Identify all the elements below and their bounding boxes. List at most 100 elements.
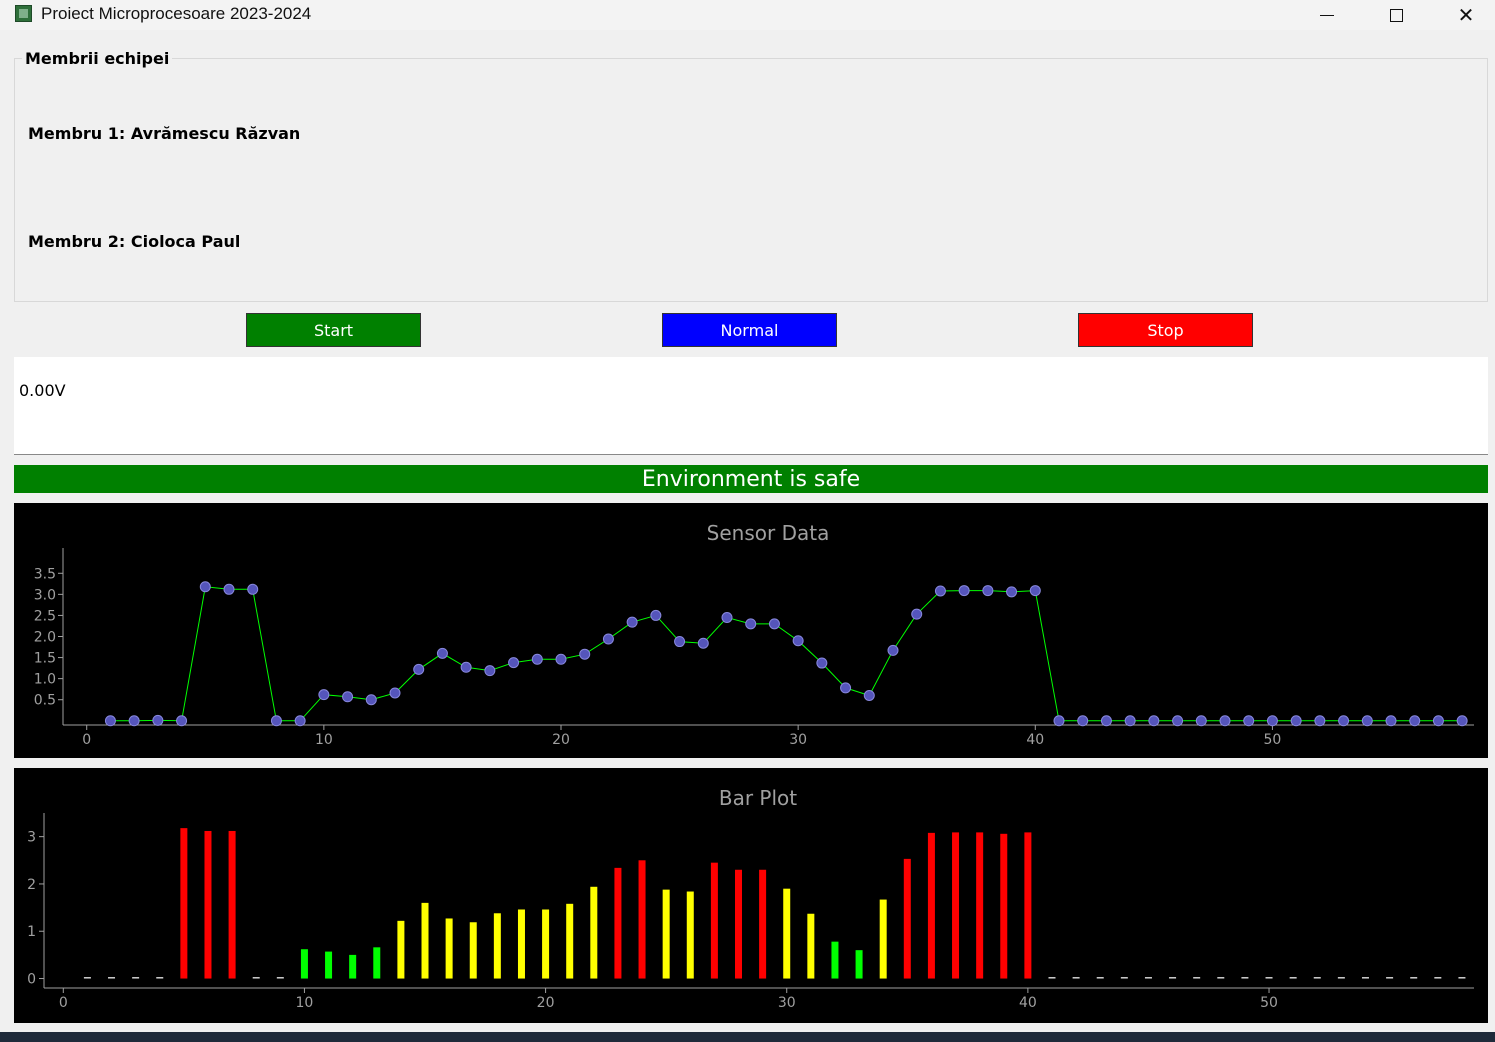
member-2-label: Membru 2: Cioloca Paul [28,232,241,251]
chip-icon [15,5,32,22]
bar [83,977,91,979]
bar [927,832,935,979]
data-point [1243,715,1255,727]
data-point [626,616,638,628]
x-tick-label: 20 [537,995,555,1011]
x-tick-label: 40 [1019,995,1037,1011]
bar [252,977,260,979]
data-point [840,682,852,694]
sensor-data-plot[interactable]: Sensor Data 0 10 20 30 40 50 0.5 1.0 1.5 2.0 2.5 3.… [14,503,1488,758]
bar [686,891,694,979]
data-point [1053,715,1065,727]
y-tick-label: 0.5 [34,693,56,709]
bar [1217,977,1225,979]
bar [325,951,333,979]
data-point [176,715,188,727]
bar [1313,977,1321,979]
data-point [1338,715,1350,727]
data-point [152,714,164,726]
data-point [128,715,140,727]
bar [783,888,791,979]
data-point [1006,586,1018,598]
maximize-icon [1389,8,1403,22]
member-1-label: Membru 1: Avrămescu Răzvan [28,124,301,143]
data-point [223,583,235,595]
bar [1096,977,1104,979]
window-title: Proiect Microprocesoare 2023-2024 [41,4,312,23]
x-tick-label: 0 [59,995,68,1011]
data-point [697,637,709,649]
bar [421,902,429,979]
bar [1144,977,1152,979]
x-tick-label: 0 [82,732,91,748]
bar [1048,977,1056,979]
voltage-display: 0.00V [14,357,1488,455]
bar [638,860,646,979]
bar [373,947,381,979]
sensor-data-line [110,586,1463,722]
y-tick-label: 1 [27,924,36,940]
bar [590,886,598,979]
bar [542,909,550,979]
bar [469,922,477,979]
sensor-data-chart[interactable]: Sensor Data 0 10 20 30 40 50 0.5 1.0 1.5 2.0 2.5 3.… [14,503,1488,758]
bar [1241,977,1249,979]
data-point [1409,715,1421,727]
data-point [1148,715,1160,727]
data-point [792,635,804,647]
x-tick-label: 20 [552,732,570,748]
bar [735,869,743,979]
bar [807,913,815,979]
data-point [934,585,946,597]
data-point [911,608,923,620]
data-point [982,585,994,597]
data-point [1266,715,1278,727]
x-tick-label: 30 [778,995,796,1011]
minimize-icon [1320,14,1334,16]
bar [228,830,236,979]
bar [349,954,357,979]
stop-button[interactable]: Stop [1078,313,1253,347]
x-tick-label: 10 [296,995,314,1011]
bar [300,949,308,979]
bar-plot-title: Bar Plot [719,786,797,810]
y-tick-label: 1.0 [34,672,56,688]
data-point [342,691,354,703]
normal-button[interactable]: Normal [662,313,837,347]
bar-plot-chart[interactable]: Bar Plot 0 10 20 30 40 50 0 1 2 3 [14,768,1488,1023]
close-button[interactable]: ✕ [1436,0,1495,30]
taskbar-strip [0,1032,1495,1042]
bar [903,858,911,979]
bar [855,950,863,979]
data-point [768,618,780,630]
bar-plot[interactable]: Bar Plot 0 10 20 30 40 50 0 1 2 3 [14,768,1488,1023]
data-point [579,648,591,660]
bar [1434,977,1442,979]
data-point [887,644,899,656]
bar [1458,977,1466,979]
y-tick-label: 3.5 [34,566,56,582]
y-tick-label: 3 [27,830,36,846]
data-point [365,694,377,706]
bar [156,977,164,979]
title-bar[interactable]: Proiect Microprocesoare 2023-2024 ✕ [0,0,1495,30]
bar [397,920,405,979]
data-point [1124,715,1136,727]
data-point [270,715,282,727]
x-tick-label: 10 [315,732,333,748]
minimize-button[interactable] [1297,0,1357,30]
bar [1024,832,1032,979]
data-point [745,618,757,630]
x-tick-label: 50 [1260,995,1278,1011]
data-point [104,715,116,727]
data-point [1432,715,1444,727]
data-point [460,661,472,673]
data-point [389,687,401,699]
bar [1072,977,1080,979]
start-button[interactable]: Start [246,313,421,347]
maximize-button[interactable] [1366,0,1426,30]
y-tick-label: 1.5 [34,651,56,667]
y-tick-label: 2.0 [34,630,56,646]
data-point [294,715,306,727]
x-tick-label: 30 [789,732,807,748]
